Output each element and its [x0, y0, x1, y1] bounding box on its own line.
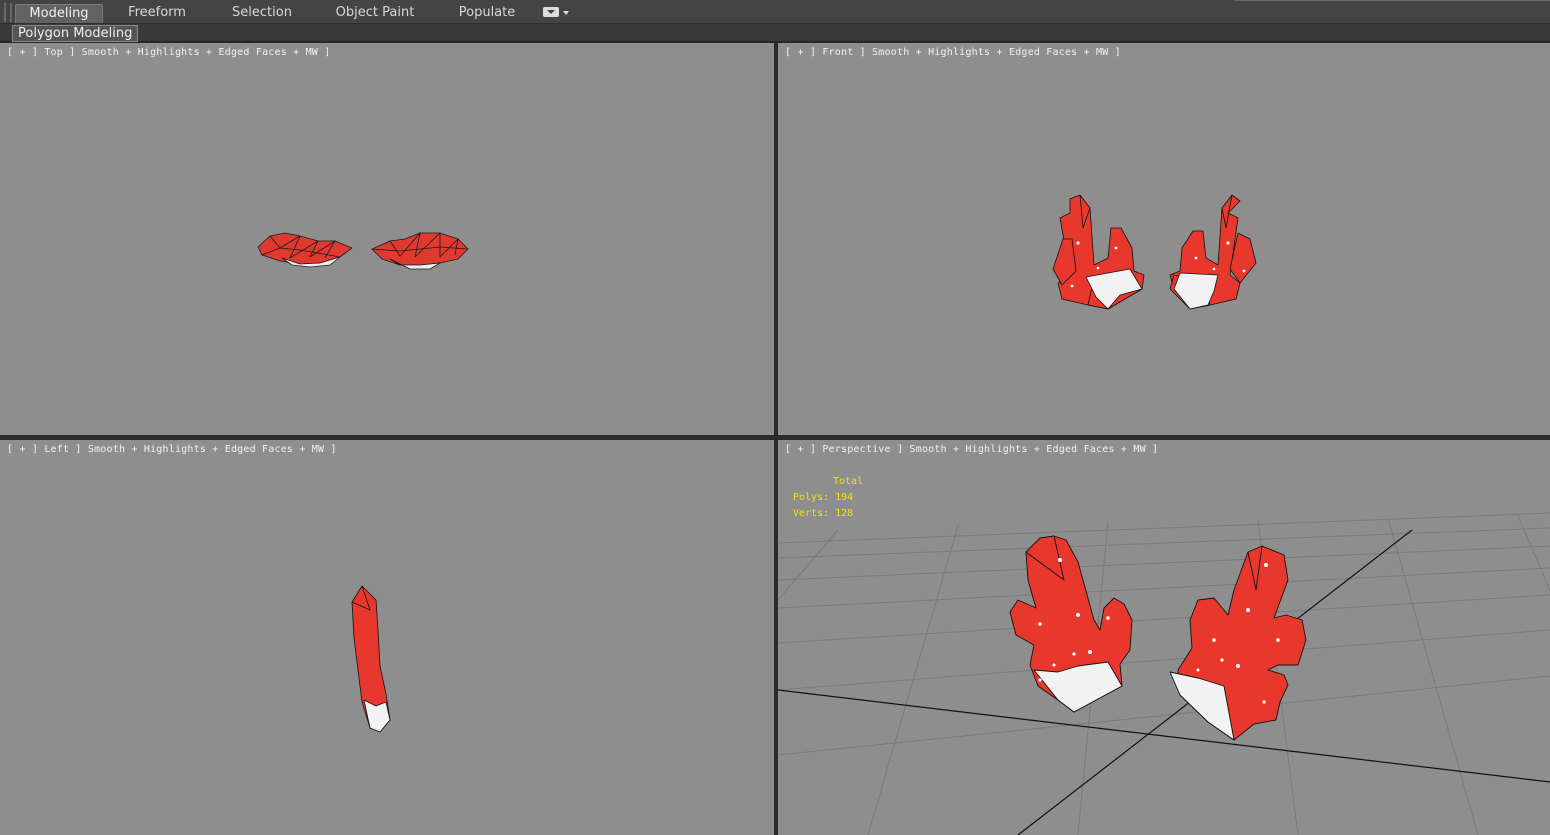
viewport-left[interactable]: [ + ] Left ] Smooth + Highlights + Edged…: [0, 440, 774, 835]
ribbon-options-icon[interactable]: [543, 7, 559, 17]
tab-selection[interactable]: Selection: [218, 4, 306, 23]
top-view-gloves: [257, 232, 469, 270]
panel-polygon-modeling[interactable]: Polygon Modeling: [12, 25, 139, 42]
left-view-glove: [351, 585, 391, 733]
chevron-down-icon[interactable]: [563, 11, 569, 15]
viewport-top[interactable]: [ + ] Top ] Smooth + Highlights + Edged …: [0, 43, 774, 435]
divider: [1235, 0, 1550, 1]
viewport-front[interactable]: [ + ] Front ] Smooth + Highlights + Edge…: [778, 43, 1550, 435]
front-view-gloves: [1052, 194, 1257, 310]
tab-freeform[interactable]: Freeform: [113, 4, 201, 23]
viewport-perspective[interactable]: [ + ] Perspective ] Smooth + Highlights …: [778, 440, 1550, 835]
perspective-scene: [778, 512, 1550, 835]
home-grid: [778, 512, 1550, 835]
ribbon-grip-handle[interactable]: [4, 3, 12, 22]
tab-object-paint[interactable]: Object Paint: [330, 4, 420, 23]
ribbon-tab-bar: Modeling Freeform Selection Object Paint…: [0, 0, 1550, 24]
tab-populate[interactable]: Populate: [443, 4, 531, 23]
ribbon-panel-bar: Polygon Modeling: [0, 24, 1550, 42]
tab-modeling[interactable]: Modeling: [15, 4, 103, 23]
